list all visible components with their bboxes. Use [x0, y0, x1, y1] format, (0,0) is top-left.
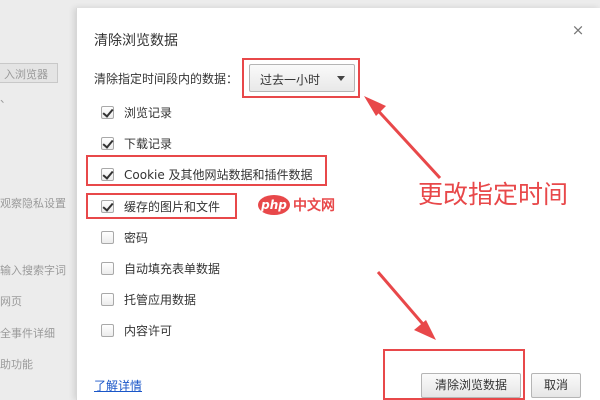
checkbox-autofill[interactable] — [101, 261, 114, 275]
option-label: 自动填充表单数据 — [124, 261, 221, 276]
watermark-badge: php — [258, 195, 290, 215]
learn-more-link[interactable]: 了解详情 — [94, 377, 142, 394]
annotation-label: 更改指定时间 — [418, 180, 569, 209]
option-label: 缓存的图片和文件 — [124, 199, 221, 214]
checkbox-content-licenses[interactable] — [101, 323, 114, 337]
checkbox-browsing-history[interactable] — [101, 105, 114, 119]
option-download-history[interactable]: 下载记录 — [101, 133, 172, 153]
option-cached-images[interactable]: 缓存的图片和文件 — [101, 196, 220, 216]
clear-browsing-data-button[interactable]: 清除浏览数据 — [421, 373, 521, 398]
checkbox-cookies[interactable] — [101, 167, 114, 181]
option-label: Cookie 及其他网站数据和插件数据 — [124, 167, 313, 182]
time-range-value: 过去一小时 — [260, 73, 321, 87]
bg-text-fragment: 观察隐私设置 — [0, 197, 66, 210]
time-range-dropdown[interactable]: 过去一小时 — [249, 64, 355, 92]
checkbox-hosted-app-data[interactable] — [101, 292, 114, 306]
option-content-licenses[interactable]: 内容许可 — [101, 320, 172, 340]
option-passwords[interactable]: 密码 — [101, 227, 148, 247]
bg-text-fragment: 输入搜索字词 — [0, 264, 66, 277]
checkbox-passwords[interactable] — [101, 230, 114, 244]
checkbox-download-history[interactable] — [101, 136, 114, 150]
close-icon[interactable]: × — [570, 22, 586, 38]
bg-text-fragment: 全事件详细 — [0, 327, 55, 340]
option-autofill[interactable]: 自动填充表单数据 — [101, 258, 220, 278]
option-label: 浏览记录 — [124, 105, 173, 120]
option-label: 内容许可 — [124, 323, 173, 338]
watermark-logo: php 中文网 — [258, 192, 335, 218]
option-cookies[interactable]: Cookie 及其他网站数据和插件数据 — [101, 164, 313, 184]
dropdown-arrow-icon — [337, 76, 345, 81]
import-browser-button[interactable]: 入浏览器 — [0, 63, 58, 83]
watermark-text: 中文网 — [293, 198, 335, 214]
option-browsing-history[interactable]: 浏览记录 — [101, 102, 172, 122]
option-label: 密码 — [124, 230, 149, 245]
bg-text-fragment: 网页 — [0, 295, 22, 308]
option-hosted-app-data[interactable]: 托管应用数据 — [101, 289, 196, 309]
bg-text-fragment: 、 — [0, 92, 11, 105]
cancel-button[interactable]: 取消 — [531, 373, 581, 398]
dialog-title: 清除浏览数据 — [94, 33, 178, 49]
option-label: 下载记录 — [124, 136, 173, 151]
option-label: 托管应用数据 — [124, 292, 197, 307]
time-range-label: 清除指定时间段内的数据： — [94, 72, 239, 86]
checkbox-cached-images[interactable] — [101, 199, 114, 213]
bg-text-fragment: 助功能 — [0, 358, 33, 371]
